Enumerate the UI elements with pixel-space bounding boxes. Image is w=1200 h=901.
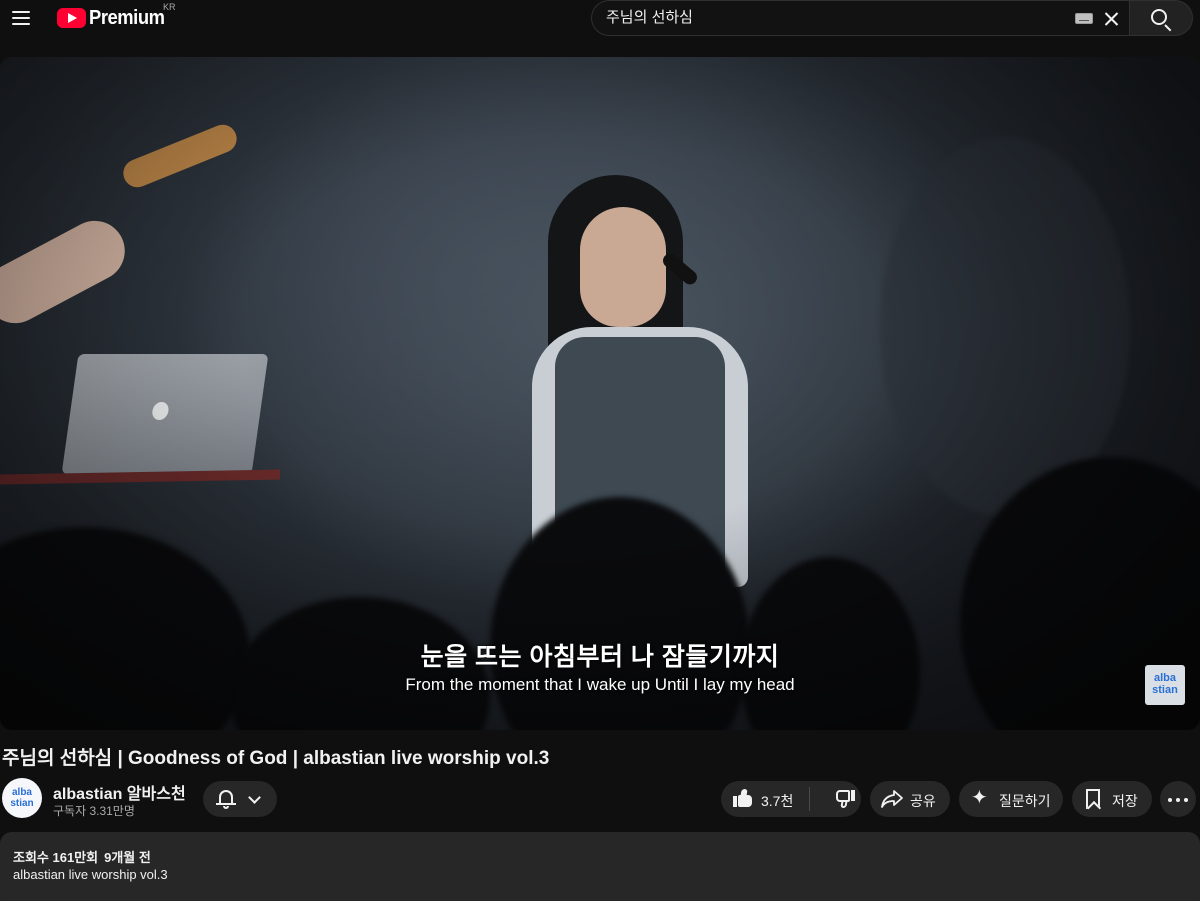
thumbs-up-icon[interactable] bbox=[733, 789, 753, 807]
logo-text: Premium bbox=[89, 6, 165, 29]
video-player[interactable]: 눈을 뜨는 아침부터 나 잠들기까지 From the moment that … bbox=[0, 57, 1200, 730]
save-button[interactable]: 저장 bbox=[1072, 781, 1152, 817]
korean-subtitle: 눈을 뜨는 아침부터 나 잠들기까지 bbox=[420, 643, 780, 671]
share-icon bbox=[881, 790, 903, 808]
english-subtitle: From the moment that I wake up Until I l… bbox=[405, 675, 795, 694]
chevron-down-icon bbox=[248, 791, 261, 804]
search-box bbox=[591, 0, 1129, 36]
more-horizontal-icon bbox=[1168, 798, 1188, 802]
like-dislike-group: 3.7천 bbox=[721, 781, 861, 817]
search-input[interactable] bbox=[606, 8, 1046, 25]
sparkle-icon: ✦ bbox=[971, 787, 988, 809]
keyboard-icon[interactable] bbox=[1075, 13, 1093, 24]
description-text: albastian live worship vol.3 bbox=[13, 867, 168, 882]
channel-watermark[interactable]: alba stian bbox=[1145, 665, 1185, 705]
bell-icon bbox=[216, 789, 236, 809]
like-count[interactable]: 3.7천 bbox=[761, 791, 793, 811]
thumbs-down-icon[interactable] bbox=[835, 790, 855, 808]
clear-search-icon[interactable] bbox=[1101, 8, 1123, 30]
divider bbox=[809, 787, 810, 811]
channel-avatar[interactable]: alba stian bbox=[2, 778, 42, 818]
country-code: KR bbox=[163, 2, 176, 12]
menu-icon[interactable] bbox=[10, 6, 34, 30]
notification-bell-button[interactable] bbox=[203, 781, 277, 817]
search-icon bbox=[1151, 9, 1167, 25]
search-button[interactable] bbox=[1129, 0, 1193, 36]
bookmark-icon bbox=[1086, 789, 1100, 809]
description-box[interactable]: 조회수 161만회 9개월 전 albastian live worship vo… bbox=[0, 832, 1200, 901]
view-count: 조회수 161만회 bbox=[13, 850, 99, 865]
subscriber-count: 구독자 3.31만명 bbox=[53, 804, 135, 818]
video-title: 주님의 선하심 | Goodness of God | albastian li… bbox=[2, 748, 550, 769]
masthead: Premium KR bbox=[0, 0, 1200, 36]
ask-label: 질문하기 bbox=[999, 793, 1051, 809]
share-label: 공유 bbox=[910, 793, 936, 809]
save-label: 저장 bbox=[1112, 793, 1138, 809]
youtube-premium-logo[interactable]: Premium bbox=[57, 4, 171, 32]
share-button[interactable]: 공유 bbox=[870, 781, 950, 817]
youtube-play-icon bbox=[57, 8, 86, 28]
ask-button[interactable]: ✦ 질문하기 bbox=[959, 781, 1063, 817]
more-actions-button[interactable] bbox=[1160, 781, 1196, 817]
channel-name[interactable]: albastian 알바스천 bbox=[53, 780, 186, 804]
upload-date: 9개월 전 bbox=[104, 850, 151, 865]
view-and-date: 조회수 161만회 9개월 전 bbox=[13, 847, 157, 866]
